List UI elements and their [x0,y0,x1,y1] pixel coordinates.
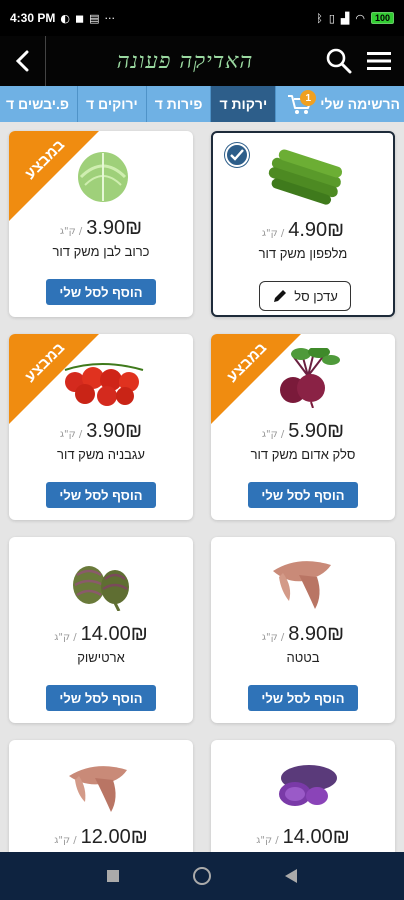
menu-button[interactable] [364,46,394,76]
recents-icon[interactable] [106,869,120,883]
cucumber-icon [268,149,343,205]
product-card[interactable]: 14.00₪/ ק"ג [211,740,395,852]
tab-label: ירוקים ד [86,96,138,112]
product-name: ארטישוק [77,650,125,665]
chevron-left-icon [15,50,28,72]
battery-icon: 100 [370,12,394,24]
notification-icon: ◼ [74,11,85,25]
product-grid: 4.90₪/ ק"ג מלפפון משק דור עדכן סל במבצע … [0,122,404,852]
category-tabs: הרשימה שלי 1 ירקות ד פירות ד ירוקים ד פ.… [0,86,404,122]
sweet-potato-icon [273,561,331,609]
product-card[interactable]: 14.00₪/ ק"ג ארטישוק הוסף לסל שלי [9,537,193,723]
add-to-cart-button[interactable]: הוסף לסל שלי [46,482,156,508]
product-card[interactable]: 4.90₪/ ק"ג מלפפון משק דור עדכן סל [211,131,395,317]
tab-vegetables[interactable]: ירקות ד [210,86,276,122]
notification-icon: ▤ [89,11,100,25]
tab-fruits[interactable]: פירות ד [145,86,211,122]
product-name: עגבניה משק דור [57,447,145,462]
back-triangle-icon[interactable] [284,868,298,884]
product-name: בטטה [286,650,320,665]
price-unit: / ק"ג [59,429,83,440]
product-price: 4.90₪ [288,219,345,241]
sweet-potato-icon [69,766,127,812]
product-card[interactable]: במבצע 3.90₪/ ק"ג כרוב לבן משק דור הוסף ל… [9,131,193,317]
tab-label: פירות ד [154,96,203,112]
hamburger-menu-icon [367,52,391,70]
artichoke-icon [73,566,129,611]
beet-icon [280,348,340,408]
app-logo: האדיקה פעונה [116,49,254,74]
add-to-cart-button[interactable]: הוסף לסל שלי [46,279,156,305]
product-price: 3.90₪ [86,420,143,442]
product-name: מלפפון משק דור [258,246,348,261]
product-price: 14.00₪ [282,826,350,848]
cart-icon: 1 [284,90,317,116]
product-card[interactable]: 12.00₪/ ק"ג [9,740,193,852]
product-name: סלק אדום משק דור [250,447,356,462]
notification-icon: ◐ [60,11,70,25]
add-to-cart-button[interactable]: הוסף לסל שלי [46,685,156,711]
tomato-icon [64,363,144,406]
price-unit: / ק"ג [256,835,279,846]
price-unit: / ק"ג [261,632,285,643]
vibrate-icon: ▯ [328,11,335,25]
wifi-icon: ◠ [355,11,365,25]
price-unit: / ק"ג [54,835,77,846]
update-cart-label: עדכן סל [294,288,338,304]
more-notifications-icon: ··· [104,11,116,25]
system-nav-bar [0,852,404,900]
bluetooth-icon: ᛒ [316,11,323,25]
cabbage-icon [78,152,128,202]
price-unit: / ק"ג [54,632,77,643]
update-cart-button[interactable]: עדכן סל [259,281,351,311]
home-icon[interactable] [192,866,212,886]
product-price: 8.90₪ [288,623,345,645]
app-bar: האדיקה פעונה [0,36,404,86]
status-time: 4:30 PM [10,11,56,25]
add-to-cart-button[interactable]: הוסף לסל שלי [248,685,358,711]
purple-potato-icon [279,765,337,806]
tab-label: פ.יבשים ד [6,96,69,112]
search-icon [326,48,352,74]
product-price: 14.00₪ [80,623,148,645]
product-price: 3.90₪ [86,217,143,239]
product-card[interactable]: 8.90₪/ ק"ג בטטה הוסף לסל שלי [211,537,395,723]
search-button[interactable] [324,46,354,76]
price-unit: / ק"ג [261,228,285,239]
pencil-icon [274,290,287,302]
product-card[interactable]: במבצע 3.90₪/ ק"ג עגבניה משק דור הוסף לסל… [9,334,193,520]
product-price: 12.00₪ [80,826,148,848]
tab-my-list[interactable]: הרשימה שלי 1 [275,86,404,122]
product-name: כרוב לבן משק דור [52,244,150,259]
tab-label: ירקות ד [219,96,268,112]
status-bar: 4:30 PM ◐ ◼ ▤ ··· ᛒ ▯ ▟ ◠ 100 [0,0,404,36]
product-card[interactable]: במבצע 5.90₪/ ק"ג סלק אדום משק דור הוסף ל… [211,334,395,520]
add-to-cart-button[interactable]: הוסף לסל שלי [248,482,358,508]
selected-check-icon [225,143,249,167]
tab-dried-fruits[interactable]: פ.יבשים ד [0,86,77,122]
tab-greens[interactable]: ירוקים ד [77,86,146,122]
back-button[interactable] [0,36,46,86]
price-unit: / ק"ג [59,226,83,237]
signal-icon: ▟ [340,11,350,25]
product-price: 5.90₪ [288,420,345,442]
price-unit: / ק"ג [261,429,285,440]
tab-label: הרשימה שלי [320,96,400,112]
